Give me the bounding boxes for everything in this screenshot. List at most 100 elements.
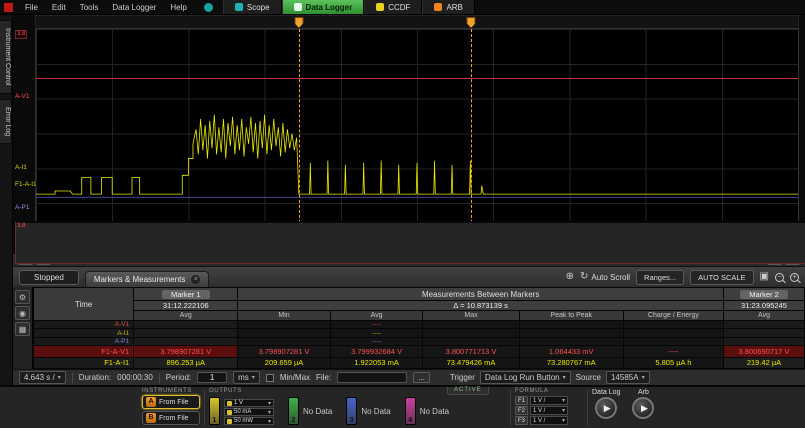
table-row-a-p1[interactable]: A-P1---- (34, 337, 805, 345)
formula-f1-badge[interactable]: F1 (515, 396, 528, 405)
cell: 219.42 µA (724, 357, 805, 369)
auto-scroll-button[interactable]: ↻ Auto Scroll (580, 272, 630, 282)
menu-bar: FileEditToolsData LoggerHelp ScopeData L… (0, 0, 805, 15)
browse-button[interactable]: ... (413, 372, 430, 383)
top-tab-ccdf[interactable]: CCDF (364, 0, 422, 14)
table-row-a-v1[interactable]: A-V1---- (34, 321, 805, 329)
cell: 209.659 µA (238, 357, 331, 369)
arb-play-button[interactable]: ▶ (632, 397, 654, 419)
output-2-bar[interactable]: 2 (288, 397, 299, 425)
cell (134, 337, 238, 345)
source-dropdown[interactable]: 14585A ▾ (606, 371, 650, 384)
output-channel-3: 3No Data (346, 397, 390, 425)
marker1-header[interactable]: Marker 1 (134, 288, 238, 301)
instrument-b-button[interactable]: BFrom File (142, 411, 200, 425)
period-unit-dropdown[interactable]: ms ▾ (233, 371, 260, 384)
marker2-header[interactable]: Marker 2 (724, 288, 805, 301)
tools-icon[interactable]: ⚙ (15, 290, 30, 304)
output-channel-4: 4No Data (405, 397, 449, 425)
grid-view-icon[interactable]: ▦ (15, 322, 30, 336)
period-input[interactable]: 1 (197, 372, 227, 383)
table-row-f1-a-i1[interactable]: F1-A-I1896.253 µA209.659 µA1.922053 mA73… (34, 357, 805, 369)
chevron-down-icon: ▾ (268, 418, 271, 425)
instrument-a-button[interactable]: AFrom File (142, 395, 200, 409)
formula-value-dropdown[interactable]: 1 V /▾ (530, 406, 568, 415)
cell: ---- (330, 321, 423, 329)
menu-item-data-logger[interactable]: Data Logger (105, 3, 163, 12)
formula-f2-badge[interactable]: F2 (515, 406, 528, 415)
auto-scale-button[interactable]: AUTO SCALE (690, 270, 753, 285)
top-tab-scope[interactable]: Scope (223, 0, 282, 14)
chart-toolbar: Stopped Markers & Measurements × ⊕ ↻ Aut… (13, 266, 805, 287)
menu-item-file[interactable]: File (18, 3, 45, 12)
instrument-list: AFrom File BFrom File (142, 395, 200, 425)
file-input[interactable] (337, 372, 407, 383)
cell: 3.798907281 V (238, 346, 331, 357)
marker-strip (35, 15, 799, 28)
col-peak-to-peak: Peak to Peak (519, 311, 623, 321)
formula-value-dropdown[interactable]: 1 V /▾ (530, 396, 568, 405)
top-tab-label: ARB (446, 3, 462, 12)
table-row-a-i1[interactable]: A-I1---- (34, 329, 805, 337)
channel-label-a-v1[interactable]: A-V1 (14, 93, 30, 100)
menu-item-edit[interactable]: Edit (45, 3, 73, 12)
crosshair-icon[interactable]: ⊕ (566, 272, 574, 282)
output-setting-dropdown[interactable]: 50 mW▾ (224, 417, 274, 425)
output-3-bar[interactable]: 3 (346, 397, 357, 425)
close-icon[interactable]: × (191, 275, 200, 284)
marker2-handle-icon[interactable] (467, 17, 476, 28)
sidebar-tab-instrument-control[interactable]: Instrument Control (0, 20, 12, 94)
channel-label-a-p1[interactable]: A-P1 (14, 204, 30, 211)
menu-item-tools[interactable]: Tools (73, 3, 106, 12)
output-4-bar[interactable]: 4 (405, 397, 416, 425)
tab-markers-measurements[interactable]: Markers & Measurements × (85, 271, 210, 287)
sidebar-tab-error-log[interactable]: Error Log (0, 99, 12, 144)
cell: 3.800771713 V (423, 346, 519, 357)
output-number: 3 (347, 417, 356, 424)
minmax-checkbox[interactable] (266, 374, 274, 382)
scope-icon (235, 3, 243, 11)
table-row-f1-a-v1[interactable]: F1-A-V13.798907281 V3.798907281 V3.79993… (34, 346, 805, 357)
formula-f3-badge[interactable]: F3 (515, 416, 528, 425)
formula-f1: F11 V /▾ (515, 396, 583, 405)
instruments-section: INSTRUMENTS AFrom FileBFrom File (138, 387, 204, 428)
output-setting-dropdown[interactable]: 50 mA▾ (224, 408, 274, 416)
refresh-icon: ↻ (580, 272, 588, 282)
plot[interactable] (35, 28, 799, 239)
menu-item-help[interactable]: Help (163, 3, 193, 12)
delta-time: Δ = 10.873139 s (238, 301, 724, 311)
zoom-in-icon[interactable]: + (790, 273, 799, 282)
top-tab-arb[interactable]: ARB (422, 0, 474, 14)
channel-label-f1-a-i1[interactable]: F1-A-I1 (14, 181, 38, 188)
trigger-group: Trigger Data Log Run Button ▾ Source 145… (450, 371, 650, 384)
snapshot-icon[interactable]: ▣ (760, 272, 769, 282)
output-1-bar[interactable]: 1 (209, 397, 220, 425)
cell (423, 337, 519, 345)
trigger-dropdown[interactable]: Data Log Run Button ▾ (480, 371, 571, 384)
active-tab[interactable]: ACTIVE (447, 387, 489, 395)
output-setting-dropdown[interactable]: 1 V▾ (224, 399, 274, 407)
marker1-handle-icon[interactable] (294, 17, 303, 28)
stopped-button[interactable]: Stopped (19, 270, 79, 285)
cell (519, 329, 623, 337)
zoom-out-icon[interactable]: − (775, 273, 784, 282)
formula-value-dropdown[interactable]: 1 V /▾ (530, 416, 568, 425)
col-avg: Avg (330, 311, 423, 321)
time-column-header[interactable]: Time (34, 288, 134, 321)
source-label: Source (576, 373, 601, 382)
data-log-play-button[interactable]: ▶ (595, 397, 617, 419)
trigger-value: Data Log Run Button (485, 373, 560, 382)
marker1-line[interactable] (299, 29, 300, 238)
run-section: Data Log▶Arb▶ (588, 387, 684, 428)
top-tabs: ScopeData LoggerCCDF ARB (223, 0, 475, 14)
top-tab-data-logger[interactable]: Data Logger (282, 0, 365, 14)
formula-header: FORMULA (515, 388, 583, 394)
timescale-dropdown[interactable]: 4.643 s / ▾ (19, 371, 66, 384)
output-channel-2: 2No Data (288, 397, 332, 425)
marker2-line[interactable] (471, 29, 472, 238)
ranges-button[interactable]: Ranges... (636, 270, 684, 285)
chevron-down-icon: ▾ (642, 374, 645, 381)
left-rail: Instrument Control Error Log (0, 15, 13, 385)
channel-label-a-i1[interactable]: A-I1 (14, 164, 28, 171)
camera-icon[interactable]: ◉ (15, 306, 30, 320)
